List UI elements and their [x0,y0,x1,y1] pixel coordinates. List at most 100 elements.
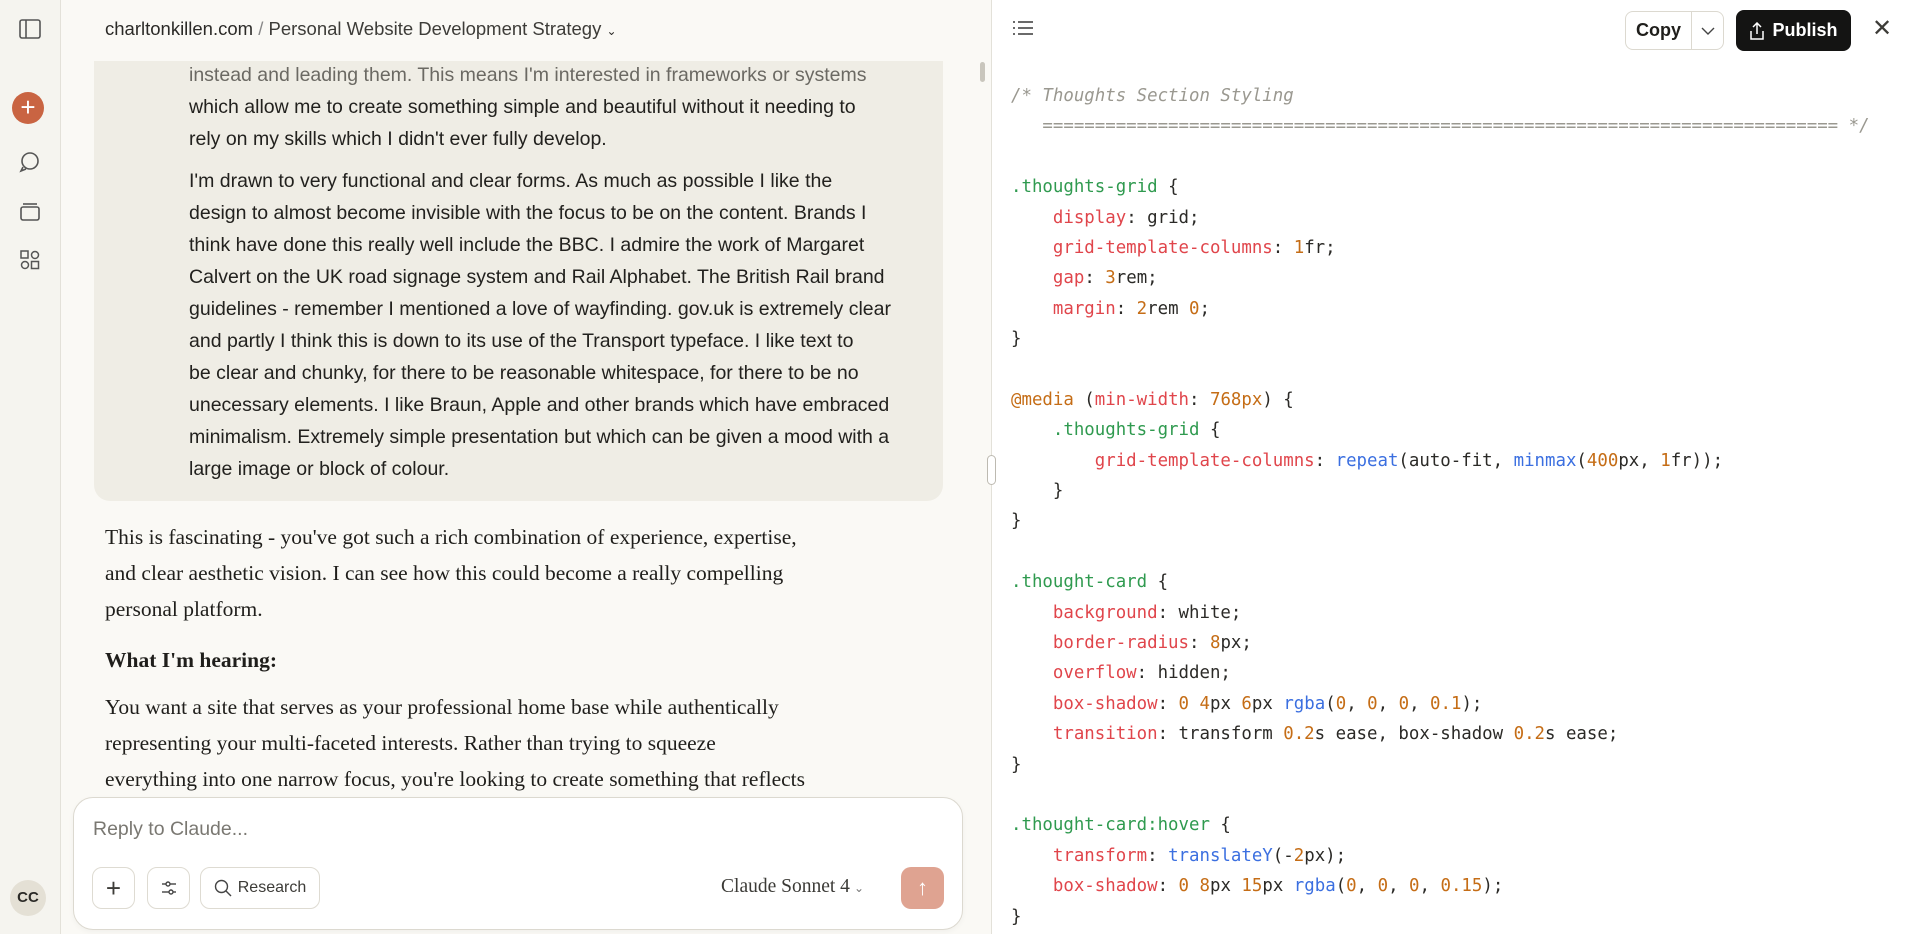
response-line: and clear aesthetic vision. I can see ho… [105,561,784,585]
model-selector[interactable]: Claude Sonnet 4 ⌄ [721,876,864,898]
code-token: , [1377,693,1399,714]
code-token: fr; [1304,237,1336,258]
sidebar-toggle-icon[interactable] [16,15,44,43]
code-line: background: white; [1011,598,1870,628]
message-line: guidelines - remember I mentioned a love… [189,298,891,320]
code-line: } [1011,902,1870,932]
avatar[interactable]: CC [10,880,46,916]
code-token: box-shadow [1052,876,1158,897]
tools-button[interactable] [147,867,190,909]
code-token: 0 [1398,693,1410,714]
breadcrumb[interactable]: charltonkillen.com / Personal Website De… [105,18,617,40]
code-token: } [1011,511,1022,532]
code-token: : hidden; [1136,663,1231,684]
code-line: transform: translateY(-2px); [1011,841,1870,871]
code-token: ( [1325,693,1336,714]
code-token: { [1157,177,1179,198]
code-token: transition [1052,724,1158,745]
research-button[interactable]: Research [200,867,320,909]
new-chat-button[interactable]: + [12,92,44,124]
message-line: think have done this really well include… [189,234,865,256]
code-token: box-shadow [1052,693,1158,714]
chevron-down-icon[interactable]: ⌄ [606,24,616,38]
code-token: rem [1147,298,1190,319]
code-token: { [1199,420,1221,441]
list-icon[interactable] [1012,18,1034,43]
arrow-up-icon: ↑ [917,875,928,900]
code-token: { [1147,572,1169,593]
publish-button[interactable]: Publish [1736,10,1851,51]
response-line: This is fascinating - you've got such a … [105,525,797,549]
code-token: gap [1052,268,1085,289]
code-token: .thought-card [1011,572,1148,593]
code-line: display: grid; [1011,203,1870,233]
code-token: s ease; [1545,724,1619,745]
chat-title[interactable]: Personal Website Development Strategy [269,18,602,39]
code-token: 1 [1660,450,1671,471]
code-line: } [1011,324,1870,354]
code-token: 8 [1209,633,1221,654]
composer: Reply to Claude... + Research Claude Son… [73,797,963,930]
message-line: which allow me to create something simpl… [189,96,856,118]
reply-input[interactable]: Reply to Claude... [93,818,248,841]
code-token: 8 [1199,876,1210,897]
chats-icon[interactable] [16,148,44,176]
code-token: } [1011,906,1022,927]
code-token: ========================================… [1011,116,1870,137]
message-line: design to almost become invisible with t… [189,202,867,224]
close-icon[interactable]: ✕ [1872,14,1892,42]
code-token: @media [1011,389,1074,410]
code-line: border-radius: 8px; [1011,628,1870,658]
publish-label: Publish [1772,20,1838,40]
code-line: } [1011,506,1870,536]
code-line: @media (min-width: 768px) { [1011,385,1870,415]
code-token: 400 [1586,450,1619,471]
code-token: rgba [1293,876,1336,897]
code-view[interactable]: /* Thoughts Section Styling ============… [1011,81,1870,932]
copy-options-chevron-icon[interactable] [1692,12,1723,49]
add-attachment-button[interactable]: + [92,867,135,909]
code-token: : [1147,845,1169,866]
chevron-down-icon: ⌄ [853,881,864,895]
code-token: , [1388,876,1410,897]
code-token: px [1262,876,1294,897]
code-line: gap: 3rem; [1011,263,1870,293]
resize-handle[interactable] [987,455,996,485]
code-token: fr)); [1670,450,1724,471]
message-line: be clear and chunky, for there to be rea… [189,362,859,384]
code-token: 1 [1293,237,1305,258]
code-token: min-width [1094,389,1190,410]
code-token: px [1251,693,1284,714]
code-token: } [1011,481,1064,502]
project-link[interactable]: charltonkillen.com [105,18,253,39]
code-token: : [1189,389,1210,410]
code-token: 3 [1105,268,1116,289]
scrollbar[interactable] [980,62,985,82]
code-token: ) { [1262,389,1294,410]
message-line: Calvert on the UK road signage system an… [189,266,885,288]
code-token: .thought-card:hover [1011,815,1210,836]
code-token: : transform [1157,724,1284,745]
projects-icon[interactable] [16,197,44,225]
code-line: } [1011,476,1870,506]
artifacts-icon[interactable] [16,246,44,274]
copy-button[interactable]: Copy [1626,12,1692,49]
code-token: : [1084,268,1106,289]
send-button[interactable]: ↑ [901,867,944,909]
response-line: representing your multi-faceted interest… [105,731,716,755]
response-line: personal platform. [105,597,263,621]
code-token: /* Thoughts Section Styling [1011,86,1294,106]
code-token: : [1157,876,1179,897]
code-token: ); [1461,693,1483,714]
chat-header: charltonkillen.com / Personal Website De… [61,0,991,61]
code-token: margin [1052,298,1116,319]
code-token: 0 [1409,876,1420,897]
code-token: : grid; [1126,207,1200,228]
